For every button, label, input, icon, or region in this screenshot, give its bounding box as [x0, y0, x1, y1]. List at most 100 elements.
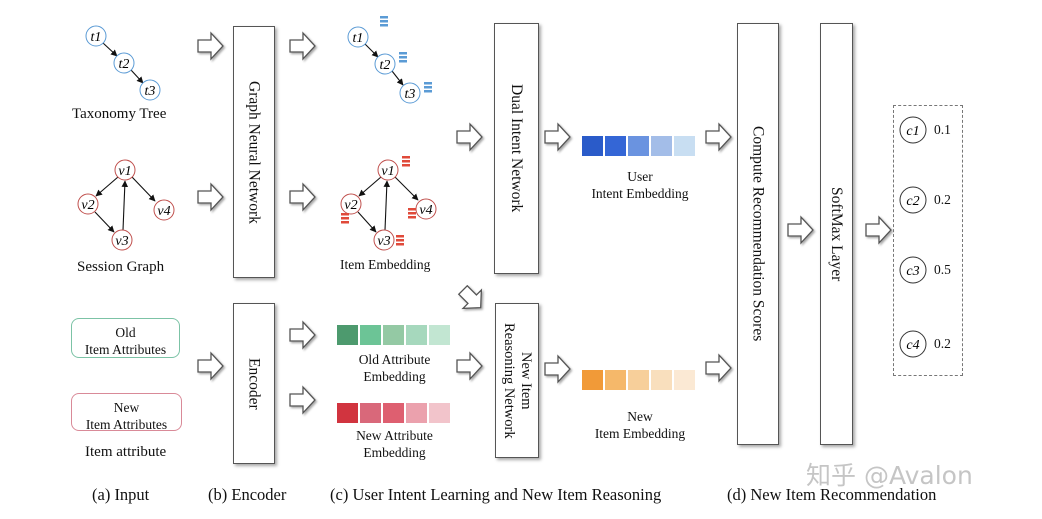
new-attr-emb-line1: New Attribute — [356, 428, 433, 443]
session-node-label: v1 — [118, 164, 131, 179]
candidate-score: 0.2 — [934, 192, 951, 207]
item-attribute-label: Item attribute — [85, 444, 167, 460]
taxonomy-node-label: t1 — [353, 31, 364, 46]
new-attr-line1: New — [113, 400, 140, 415]
session-node-label: v3 — [115, 234, 128, 249]
caption-encoder: (b) Encoder — [208, 485, 287, 504]
session-embedding-icon — [408, 208, 416, 219]
old-attribute-embedding-label: Old Attribute Embedding — [337, 351, 452, 385]
nir-line2: Reasoning Network — [501, 322, 517, 439]
old-attr-line2: Item Attributes — [84, 342, 167, 357]
flow-arrow-icon — [705, 122, 732, 152]
taxonomy-node-label: t3 — [145, 84, 156, 99]
embedding-cell — [383, 403, 404, 423]
old-attr-emb-line1: Old Attribute — [358, 352, 431, 367]
user-intent-embedding-label: User Intent Embedding — [570, 168, 710, 202]
taxonomy-embedding-icon — [399, 52, 407, 63]
flow-arrow-icon — [787, 215, 814, 245]
session-node-label: v3 — [377, 234, 390, 249]
session-edge — [357, 211, 377, 233]
flow-arrow-icon — [197, 31, 224, 61]
session-edge — [94, 211, 115, 233]
flow-arrow-icon — [544, 122, 571, 152]
encoder-block: Encoder — [233, 303, 275, 464]
user-intent-embedding — [582, 136, 695, 156]
taxonomy-edge — [102, 42, 118, 57]
embedded-taxonomy-tree: t1 t2 t3 — [347, 16, 432, 104]
taxonomy-node-label: t3 — [405, 87, 416, 102]
session-edge — [131, 176, 156, 202]
embedding-cell — [628, 370, 649, 390]
taxonomy-edge — [364, 43, 379, 58]
old-attribute-embedding — [337, 325, 450, 345]
flow-arrow-icon — [456, 122, 483, 152]
caption-input: (a) Input — [92, 485, 150, 504]
softmax-label: SoftMax Layer — [828, 186, 845, 282]
nir-label: New Item Reasoning Network — [500, 323, 534, 439]
input-taxonomy-tree: t1 t2 t3 — [85, 25, 161, 101]
flow-arrow-icon — [457, 284, 483, 310]
embedding-cell — [582, 370, 603, 390]
embedding-cell — [360, 325, 381, 345]
candidate-score: 0.1 — [934, 122, 951, 137]
flow-arrow-icon — [289, 182, 316, 212]
embedding-cell — [605, 136, 626, 156]
embedding-cell — [337, 325, 358, 345]
taxonomy-node-label: t2 — [119, 57, 130, 72]
session-node-label: v2 — [344, 198, 357, 213]
user-intent-line2: Intent Embedding — [591, 186, 689, 201]
flow-arrow-icon — [705, 353, 732, 383]
taxonomy-node-label: t2 — [380, 58, 391, 73]
session-node-label: v1 — [381, 164, 394, 179]
embedding-cell — [429, 325, 450, 345]
flow-arrow-icon — [456, 351, 483, 381]
taxonomy-node-label: t1 — [91, 30, 102, 45]
new-item-emb-line1: New — [627, 409, 653, 424]
taxonomy-embedding-icon — [424, 82, 432, 93]
session-node-label: v4 — [157, 204, 170, 219]
new-attribute-embedding — [337, 403, 450, 423]
candidate-results-box — [893, 105, 963, 376]
watermark: 知乎 @Avalon — [806, 461, 973, 490]
session-node-label: v4 — [419, 203, 432, 218]
softmax-layer-block: SoftMax Layer — [820, 23, 853, 445]
taxonomy-edge — [130, 69, 144, 84]
compute-recommendation-scores-block: Compute Recommendation Scores — [737, 23, 779, 445]
flow-arrow-icon — [865, 215, 892, 245]
embedding-cell — [406, 403, 427, 423]
new-item-embedding-label: New Item Embedding — [570, 408, 710, 442]
session-embedding-icon — [341, 213, 349, 224]
embedded-session-graph: v1 v2 v3 v4 — [340, 156, 437, 251]
session-embedding-icon — [396, 235, 404, 246]
new-item-reasoning-network-block: New Item Reasoning Network — [495, 303, 539, 458]
embedding-cell — [383, 325, 404, 345]
old-item-attributes-box: Old Item Attributes — [71, 318, 180, 358]
session-edge — [394, 176, 419, 201]
candidate-score: 0.2 — [934, 336, 951, 351]
session-edge — [358, 176, 382, 197]
new-item-emb-line2: Item Embedding — [594, 426, 686, 441]
embedding-cell — [429, 403, 450, 423]
nir-line1: New Item — [518, 351, 534, 410]
gnn-label: Graph Neural Network — [245, 80, 263, 224]
graph-neural-network-block: Graph Neural Network — [233, 26, 275, 278]
embedding-cell — [582, 136, 603, 156]
dual-intent-network-block: Dual Intent Network — [494, 23, 539, 274]
input-session-graph: v1 v2 v3 v4 — [77, 159, 175, 251]
embedding-cell — [337, 403, 358, 423]
flow-arrow-icon — [197, 182, 224, 212]
taxonomy-edge — [391, 70, 404, 86]
flow-arrow-icon — [544, 354, 571, 384]
flow-arrow-icon — [289, 385, 316, 415]
user-intent-line1: User — [627, 169, 653, 184]
dual-intent-label: Dual Intent Network — [508, 84, 525, 213]
session-graph-label: Session Graph — [77, 259, 165, 275]
flow-arrow-icon — [289, 31, 316, 61]
session-edge — [95, 176, 119, 197]
embedding-cell — [674, 136, 695, 156]
session-edge — [383, 180, 391, 231]
candidate-score: 0.5 — [934, 262, 951, 277]
old-attr-line1: Old — [115, 325, 136, 340]
embedding-cell — [674, 370, 695, 390]
embedding-cell — [360, 403, 381, 423]
